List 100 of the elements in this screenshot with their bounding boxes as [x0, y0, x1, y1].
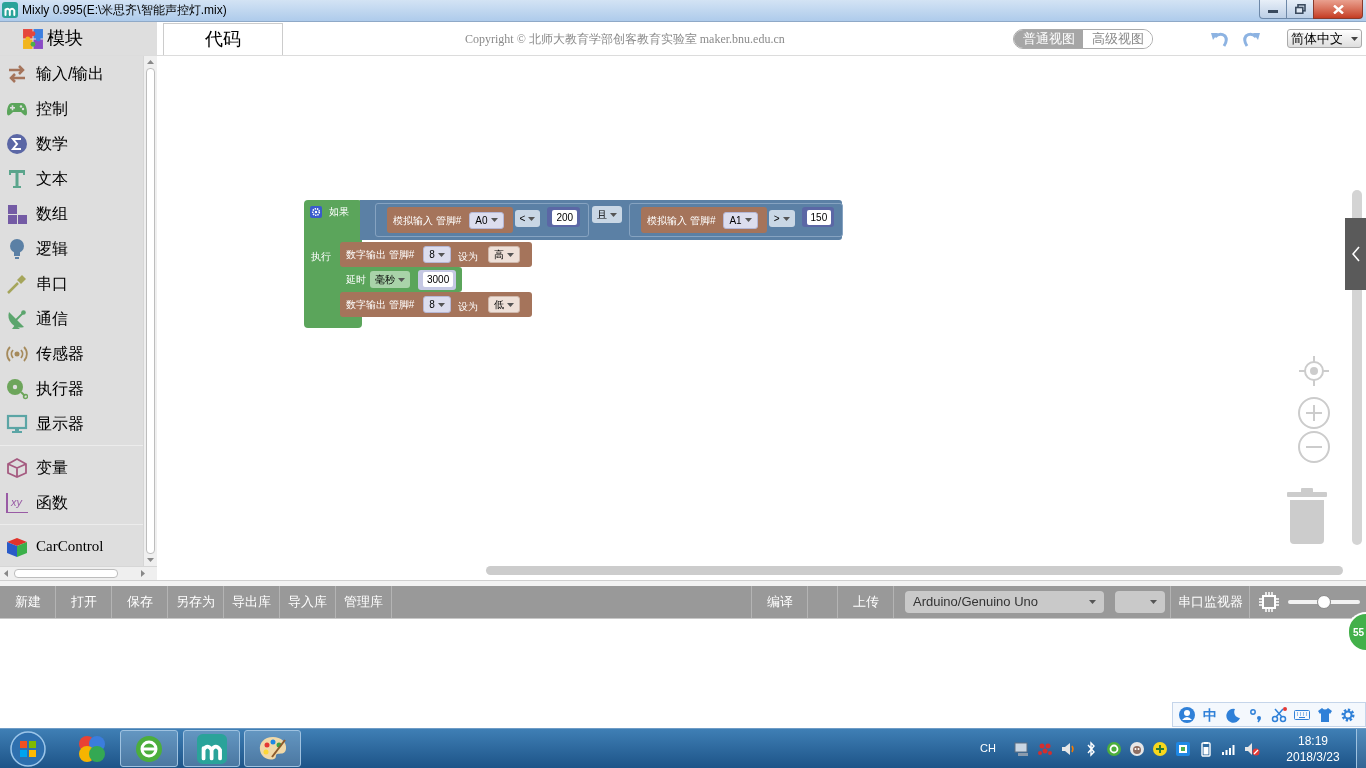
- caret-icon: [506, 252, 514, 257]
- minimize-icon: [1268, 10, 1278, 13]
- digital-write-block[interactable]: 数字输出 管脚# 8 设为 低: [340, 292, 532, 317]
- sidebar-item[interactable]: 逻辑: [0, 231, 143, 266]
- minimize-button[interactable]: [1259, 0, 1287, 19]
- number-field[interactable]: 150: [806, 209, 832, 225]
- copyright-text: Copyright © 北师大教育学部创客教育实验室 maker.bnu.edu.cn: [465, 30, 785, 48]
- pin-dropdown[interactable]: 8: [423, 246, 451, 263]
- unit-dropdown[interactable]: 毫秒: [370, 271, 410, 288]
- input-language-indicator[interactable]: CH: [980, 740, 996, 757]
- function-xy-label: xy: [6, 492, 28, 513]
- caret-icon: [528, 216, 536, 221]
- blocks-icon: [6, 202, 28, 225]
- analog-read-block[interactable]: 模拟输入 管脚# A1: [641, 207, 767, 233]
- sidebar-item[interactable]: 文本: [0, 161, 143, 196]
- and-block[interactable]: 模拟输入 管脚# A0 < 200 且 模拟输入 管脚# A1 > 150: [360, 200, 842, 240]
- sidebar-item[interactable]: 执行器: [0, 371, 143, 406]
- scissors-icon[interactable]: [1271, 706, 1287, 723]
- ime-mode-button[interactable]: 中: [1202, 706, 1218, 723]
- scroll-up-icon: [147, 60, 154, 64]
- cube-outline-icon: [6, 456, 28, 479]
- compare-block[interactable]: 模拟输入 管脚# A0 < 200: [375, 203, 590, 237]
- shirt-icon[interactable]: [1317, 706, 1333, 723]
- level-dropdown[interactable]: 低: [487, 296, 520, 313]
- punctuation-icon[interactable]: [1248, 706, 1264, 723]
- sigma-icon: [6, 132, 28, 155]
- restore-button[interactable]: [1287, 0, 1313, 19]
- scrollbar-thumb[interactable]: [14, 569, 118, 578]
- level-dropdown[interactable]: 高: [487, 246, 520, 263]
- settings-icon[interactable]: [1340, 706, 1356, 723]
- tab[interactable]: 模块: [0, 22, 157, 55]
- plug-icon: [6, 272, 28, 295]
- caret-icon: [1150, 600, 1157, 604]
- sidebar-item[interactable]: 数学: [0, 126, 143, 161]
- caret-icon: [437, 252, 445, 257]
- show-desktop-button[interactable]: [1356, 729, 1366, 768]
- clock-date[interactable]: 2018/3/23: [1286, 748, 1340, 765]
- operator-dropdown[interactable]: >: [768, 210, 795, 227]
- pin-dropdown[interactable]: 8: [423, 296, 451, 313]
- caret-icon: [782, 216, 790, 221]
- horizontal-scrollbar[interactable]: [0, 566, 157, 580]
- sidebar-item[interactable]: 数组: [0, 196, 143, 231]
- round-badge-icon[interactable]: [1129, 740, 1145, 757]
- pin-dropdown[interactable]: A0: [469, 211, 504, 229]
- taskbar-app-button[interactable]: [120, 730, 178, 767]
- scroll-right-icon: [141, 570, 145, 577]
- battery-icon[interactable]: [1198, 740, 1214, 757]
- plus-circle-icon[interactable]: [1152, 740, 1168, 757]
- block-label: 设为: [457, 300, 478, 312]
- sidebar-item[interactable]: CarControl: [0, 529, 143, 564]
- tab[interactable]: 代码: [163, 23, 283, 55]
- panel-toggle-button[interactable]: [1345, 218, 1366, 290]
- moon-icon[interactable]: [1225, 706, 1241, 723]
- app-logo-icon: [196, 733, 227, 764]
- windows-logo-icon: [10, 730, 46, 767]
- chevron-left-icon: [1351, 246, 1360, 262]
- analog-read-block[interactable]: 模拟输入 管脚# A0: [387, 207, 513, 233]
- speaker-icon[interactable]: [1060, 740, 1076, 757]
- slider-thumb[interactable]: [1317, 595, 1331, 609]
- ring-icon[interactable]: [1106, 740, 1122, 757]
- gear-icon: [310, 205, 322, 218]
- caret-icon: [506, 302, 514, 307]
- vertical-scrollbar[interactable]: [143, 56, 157, 566]
- close-button[interactable]: [1313, 0, 1363, 19]
- language-select[interactable]: 简体中文: [1287, 29, 1362, 48]
- number-field[interactable]: 3000: [423, 272, 454, 287]
- digital-write-block[interactable]: 数字输出 管脚# 8 设为 高: [340, 242, 532, 267]
- sidebar-item[interactable]: 通信: [0, 301, 143, 336]
- scrollbar-thumb[interactable]: [146, 68, 155, 554]
- clock-time[interactable]: 18:19: [1298, 732, 1328, 749]
- user-icon[interactable]: [1179, 706, 1195, 723]
- joiner-dropdown[interactable]: 且: [592, 206, 623, 223]
- square-app-icon[interactable]: [1175, 740, 1191, 757]
- window-title: Mixly 0.995(E:\米思齐\智能声控灯.mix): [22, 2, 227, 19]
- sidebar-item[interactable]: 传感器: [0, 336, 143, 371]
- taskbar-app-button[interactable]: [244, 730, 301, 767]
- computer-icon[interactable]: [1014, 740, 1030, 757]
- taskbar-app-button[interactable]: [183, 730, 240, 767]
- number-field[interactable]: 200: [552, 209, 578, 225]
- sidebar-item[interactable]: 控制: [0, 91, 143, 126]
- caret-icon: [398, 277, 405, 282]
- operator-dropdown[interactable]: <: [514, 210, 541, 227]
- caret-icon: [744, 218, 752, 222]
- pin-dropdown[interactable]: A1: [723, 211, 758, 229]
- sidebar-item[interactable]: 输入/输出: [0, 56, 143, 91]
- compare-block[interactable]: 模拟输入 管脚# A1 > 150: [629, 203, 844, 237]
- scroll-down-icon: [147, 558, 154, 562]
- cube-icon: [6, 535, 28, 558]
- disc-icon: [6, 377, 28, 400]
- sidebar-item[interactable]: xy 函数: [0, 485, 143, 520]
- sidebar-item[interactable]: 串口: [0, 266, 143, 301]
- chip-icon[interactable]: [1258, 591, 1280, 613]
- start-button[interactable]: [8, 729, 48, 768]
- block-label: 模拟输入 管脚#: [393, 213, 462, 228]
- board-select[interactable]: Arduino/Genuino Uno: [905, 591, 1104, 613]
- sidebar-item[interactable]: 显示器: [0, 406, 143, 441]
- horizontal-scrollbar[interactable]: [486, 566, 1343, 575]
- sidebar-item[interactable]: 变量: [0, 450, 143, 485]
- puzzle-icon: [22, 27, 44, 50]
- caret-icon: [1089, 600, 1096, 604]
